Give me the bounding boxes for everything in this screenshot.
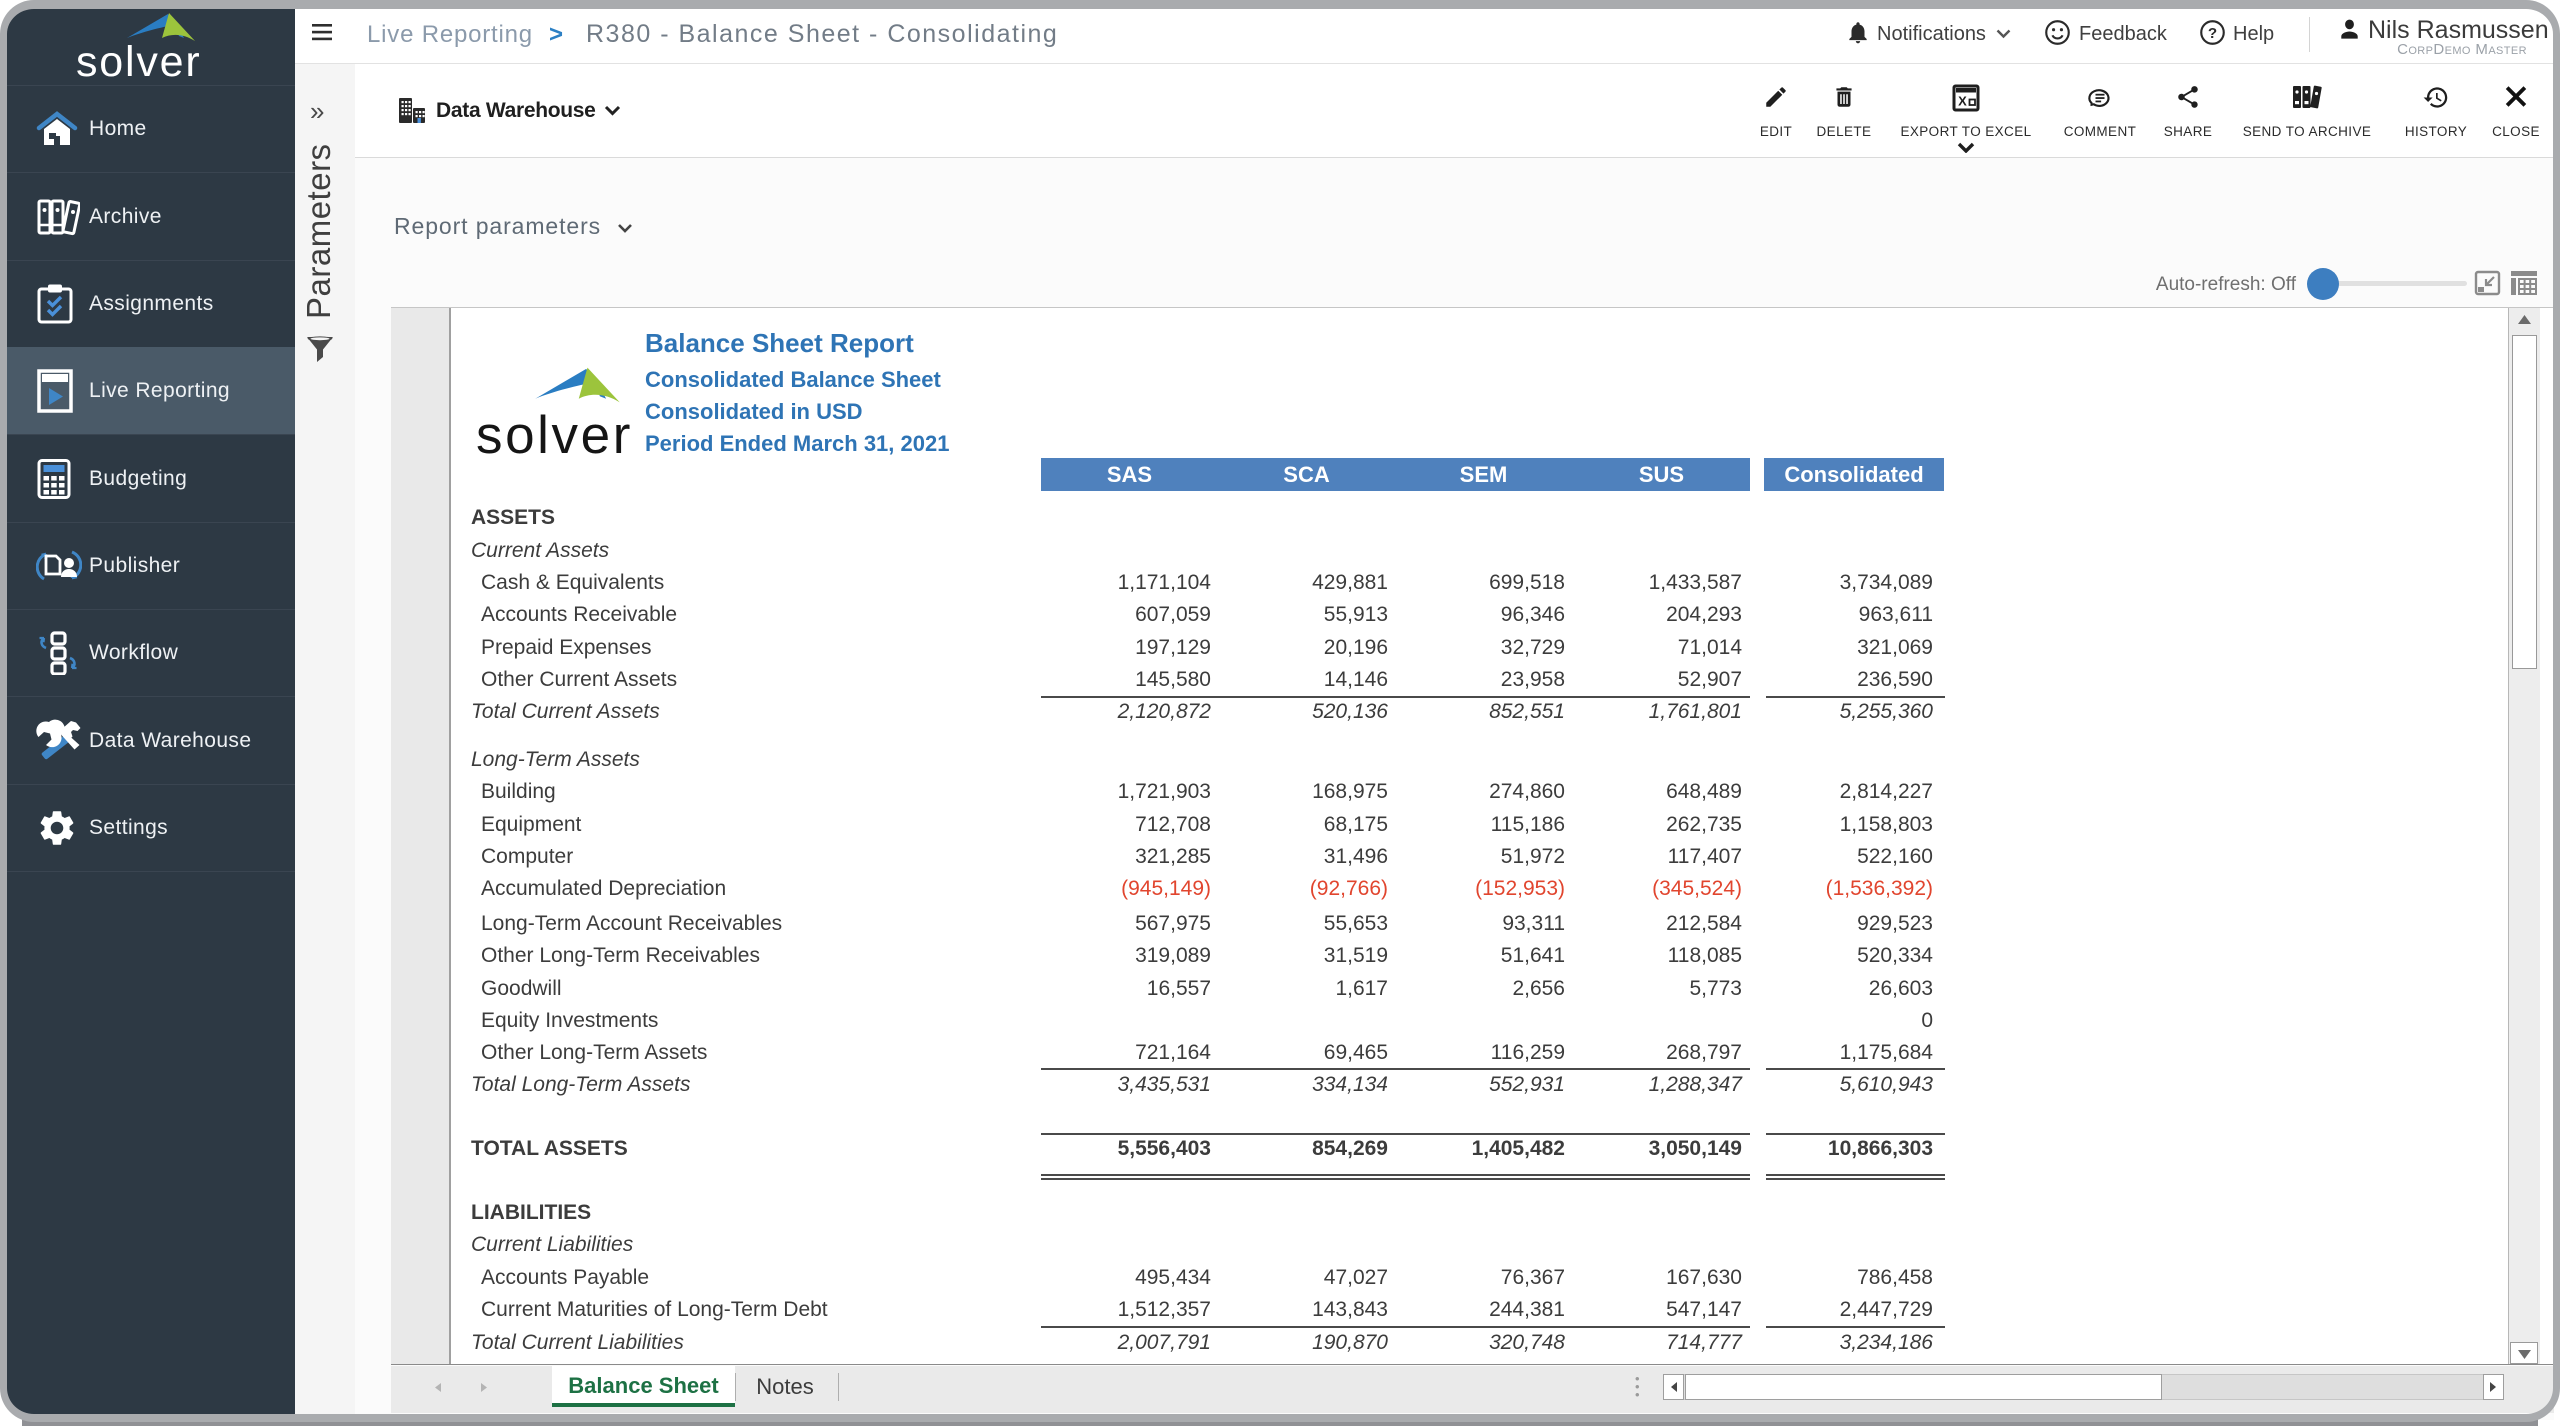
svg-text:X: X: [1958, 94, 1967, 109]
svg-text:?: ?: [2208, 25, 2217, 42]
